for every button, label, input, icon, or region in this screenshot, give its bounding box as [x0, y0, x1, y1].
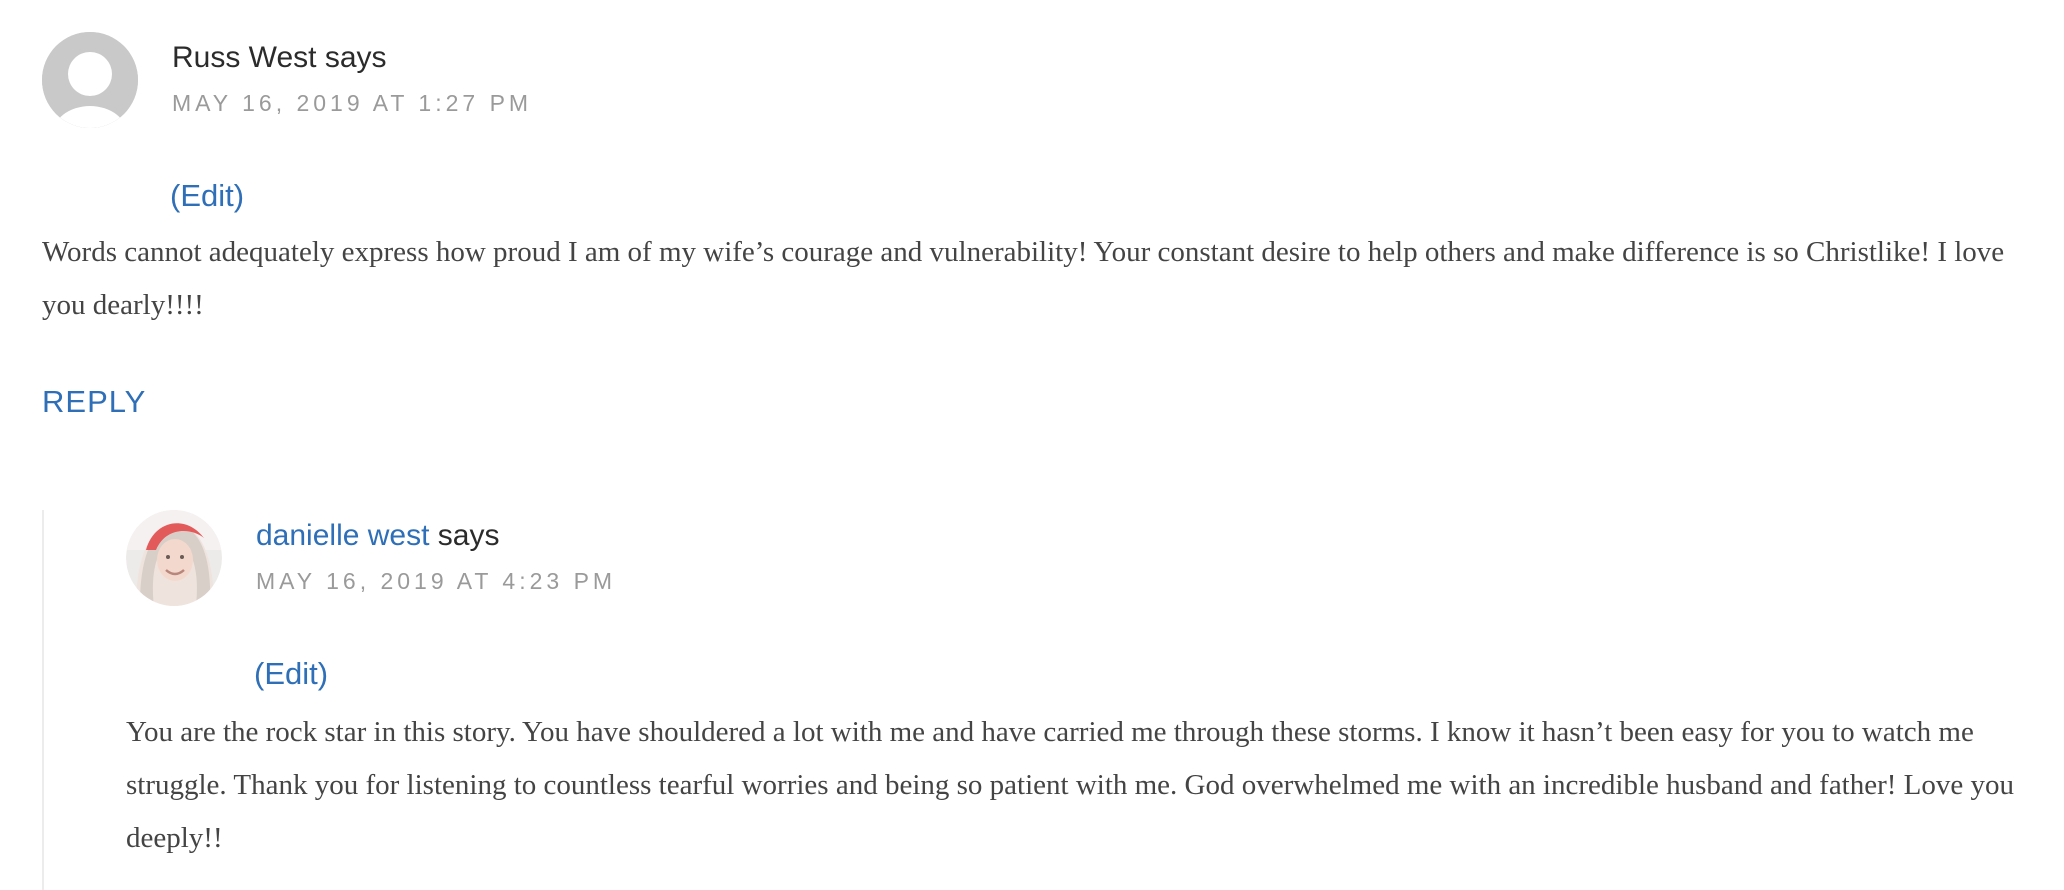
- says-label: says: [324, 41, 387, 74]
- user-photo-avatar: [126, 510, 222, 606]
- author-name-link[interactable]: danielle west: [256, 519, 429, 552]
- comment-body: Words cannot adequately express how prou…: [42, 236, 2005, 321]
- says-label: says: [437, 519, 500, 552]
- comment-date-link[interactable]: MAY 16, 2019 AT 4:23 PM: [256, 568, 616, 595]
- comment-body: You are the rock star in this story. You…: [126, 716, 2015, 854]
- edit-comment-link[interactable]: (Edit): [170, 178, 244, 214]
- comment-author: danielle west says: [256, 518, 499, 554]
- child-comment-divider: [42, 510, 44, 890]
- author-name: Russ West: [172, 41, 317, 74]
- comment-date-link[interactable]: MAY 16, 2019 AT 1:27 PM: [172, 90, 532, 117]
- default-avatar-icon: [42, 32, 138, 128]
- reply-link[interactable]: REPLY: [42, 384, 146, 420]
- comment-author: Russ West says: [172, 40, 387, 76]
- edit-comment-link[interactable]: (Edit): [254, 656, 328, 692]
